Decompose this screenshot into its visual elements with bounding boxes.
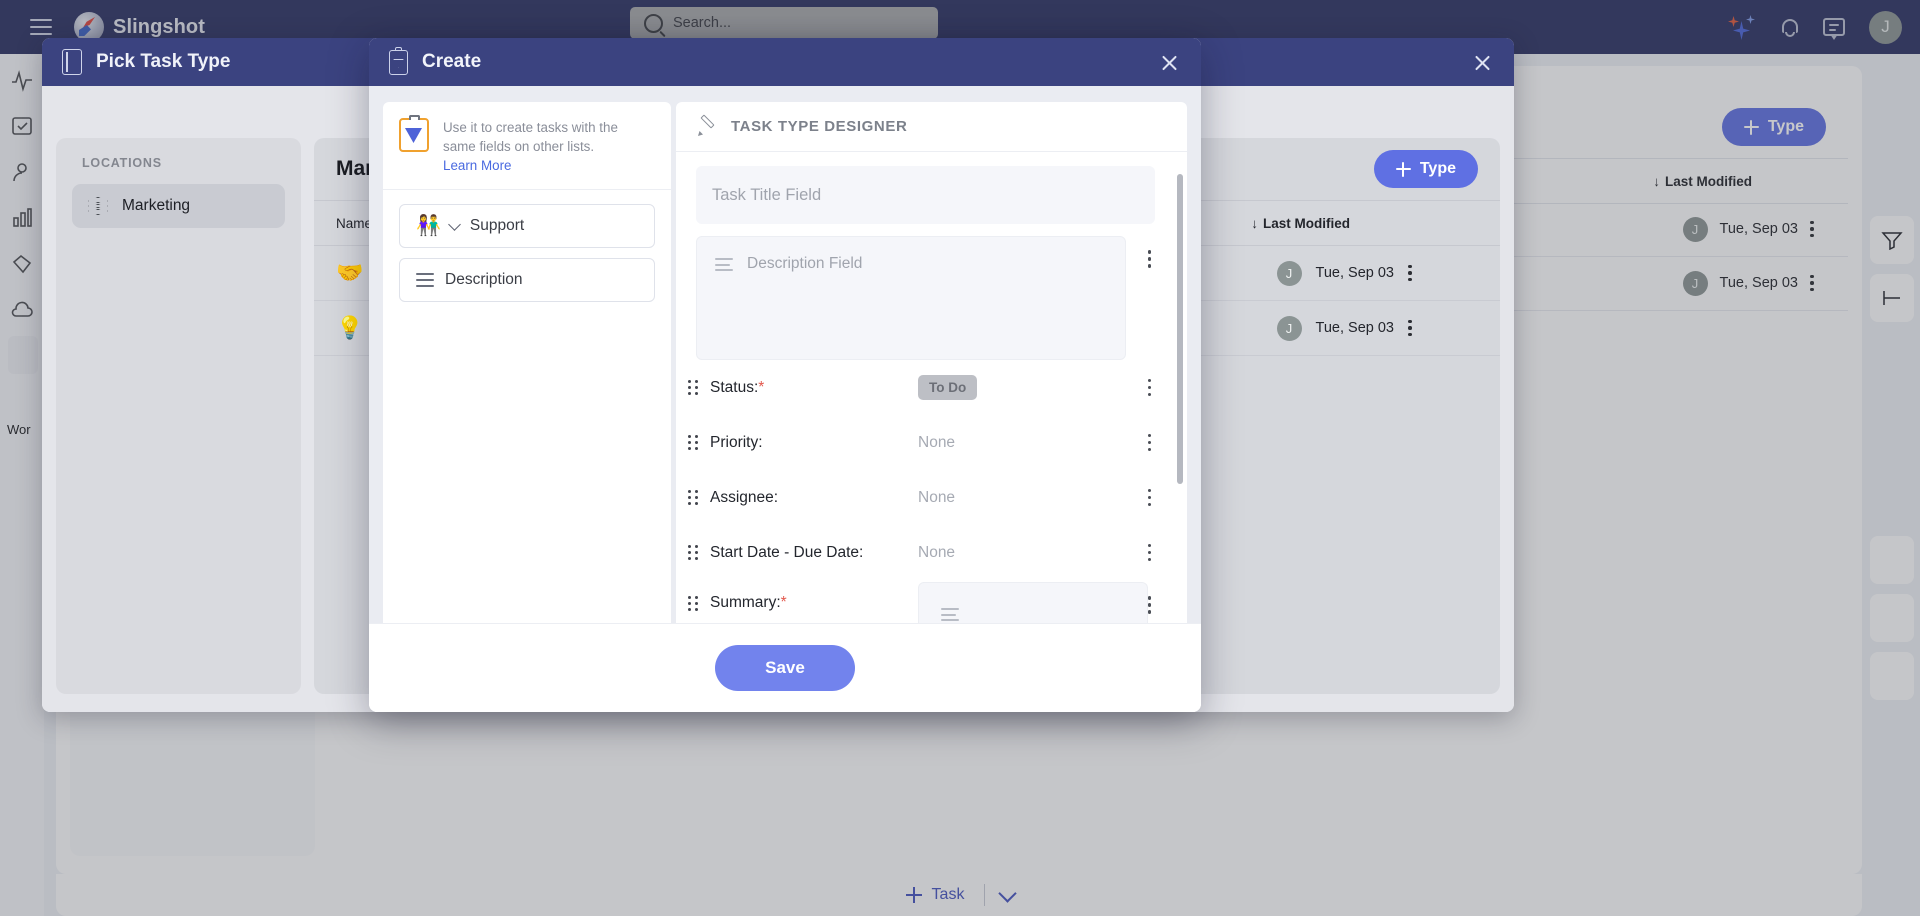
field-menu-icon[interactable] (1147, 488, 1151, 507)
field-label: Assignee: (710, 488, 779, 506)
summary-textarea[interactable] (918, 582, 1148, 623)
pick-location-item-marketing[interactable]: Marketing (72, 184, 285, 228)
field-menu-icon[interactable] (1147, 543, 1151, 562)
row-menu-icon[interactable] (1408, 264, 1412, 282)
designer-scroll-area[interactable]: Task Title Field Description Field Statu… (676, 152, 1187, 623)
field-menu-icon[interactable] (1147, 433, 1151, 452)
learn-more-link[interactable]: Learn More (443, 156, 511, 175)
palette-item-label: Support (469, 217, 525, 235)
document-icon (62, 49, 82, 75)
plus-icon (1395, 161, 1411, 177)
field-label: Status:* (710, 378, 765, 396)
screen: Slingshot Search... J Wor Type ↓ Last Mo… (0, 0, 1920, 916)
create-dialog-header: Create (369, 38, 1201, 86)
field-menu-icon[interactable] (1147, 596, 1151, 623)
row-emoji-icon: 💡 (336, 315, 364, 340)
task-type-designer-pane: TASK TYPE DESIGNER Task Title Field Desc… (676, 102, 1187, 623)
hint-box: Use it to create tasks with the same fie… (383, 102, 671, 191)
field-value[interactable]: To Do (918, 375, 1148, 400)
palette-item-label: Description (445, 271, 523, 289)
close-icon[interactable] (1160, 53, 1179, 72)
pick-column-last-modified[interactable]: ↓ Last Modified (1251, 216, 1500, 231)
field-menu-icon[interactable] (1147, 250, 1151, 268)
chevron-down-icon[interactable] (448, 217, 461, 231)
save-button[interactable]: Save (715, 645, 855, 691)
drag-handle-icon[interactable] (688, 379, 698, 396)
task-title-field[interactable]: Task Title Field (696, 166, 1155, 224)
row-modified: Tue, Sep 03 (1315, 265, 1394, 281)
create-dialog: Create Use it to create tasks with the s… (369, 38, 1201, 712)
field-value[interactable]: None (918, 544, 1148, 562)
field-menu-icon[interactable] (1147, 378, 1151, 397)
clipboard-icon (389, 46, 408, 75)
pick-locations-panel: LOCATIONS Marketing (56, 138, 301, 694)
pick-locations-header: LOCATIONS (82, 156, 162, 170)
field-row-priority[interactable]: Priority: None (676, 415, 1177, 470)
field-row-summary[interactable]: Summary:* (676, 582, 1177, 623)
field-row-dates[interactable]: Start Date - Due Date: None (676, 525, 1177, 580)
close-icon[interactable] (1473, 53, 1492, 72)
palette-list: 👫 Support Description (383, 190, 671, 303)
lines-icon (715, 258, 733, 271)
designer-content: Task Title Field Description Field Statu… (676, 152, 1177, 623)
status-badge[interactable]: To Do (918, 375, 978, 400)
lines-icon (941, 608, 959, 621)
field-value[interactable]: None (918, 434, 1148, 452)
field-value[interactable]: None (918, 489, 1148, 507)
create-dialog-body: Use it to create tasks with the same fie… (369, 86, 1201, 623)
clipboard-orange-icon (399, 115, 429, 152)
pick-column-last-modified-label: Last Modified (1263, 215, 1350, 231)
lines-icon (416, 273, 434, 288)
field-row-status[interactable]: Status:* To Do (676, 360, 1177, 415)
designer-header: TASK TYPE DESIGNER (676, 102, 1187, 152)
drag-handle-icon[interactable] (688, 596, 698, 612)
palette-item-support[interactable]: 👫 Support (399, 204, 655, 249)
designer-header-label: TASK TYPE DESIGNER (731, 118, 908, 135)
create-dialog-footer: Save (369, 623, 1201, 712)
row-menu-icon[interactable] (1408, 319, 1412, 337)
field-label: Summary:* (710, 594, 787, 611)
sort-arrow-icon: ↓ (1251, 215, 1258, 231)
pencil-icon (698, 117, 717, 136)
task-title-placeholder: Task Title Field (712, 185, 822, 204)
field-row-assignee[interactable]: Assignee: None (676, 470, 1177, 525)
pick-add-type-button[interactable]: Type (1373, 150, 1478, 188)
fields-palette-pane: Use it to create tasks with the same fie… (383, 102, 671, 623)
row-modified: Tue, Sep 03 (1315, 320, 1394, 336)
description-placeholder: Description Field (747, 255, 863, 272)
palette-item-description[interactable]: Description (399, 258, 655, 303)
drag-handle-icon[interactable] (688, 489, 698, 506)
row-emoji-icon: 🤝 (336, 260, 364, 285)
field-label: Start Date - Due Date: (710, 543, 864, 561)
hint-text-wrap: Use it to create tasks with the same fie… (443, 118, 653, 175)
description-field[interactable]: Description Field (696, 236, 1126, 360)
field-label: Priority: (710, 433, 763, 451)
pick-add-type-label: Type (1419, 160, 1456, 177)
designer-scrollbar[interactable] (1177, 174, 1183, 484)
create-dialog-title: Create (422, 51, 482, 72)
people-emoji-icon: 👫 (416, 215, 441, 238)
required-marker: * (758, 378, 765, 396)
row-avatar: J (1276, 260, 1302, 286)
pick-dialog-title: Pick Task Type (96, 51, 231, 72)
pick-location-label: Marketing (122, 197, 191, 214)
layers-icon (88, 197, 108, 215)
row-avatar: J (1276, 315, 1302, 341)
hint-text: Use it to create tasks with the same fie… (443, 120, 618, 155)
required-marker: * (780, 594, 787, 611)
drag-handle-icon[interactable] (688, 544, 698, 561)
drag-handle-icon[interactable] (688, 434, 698, 451)
